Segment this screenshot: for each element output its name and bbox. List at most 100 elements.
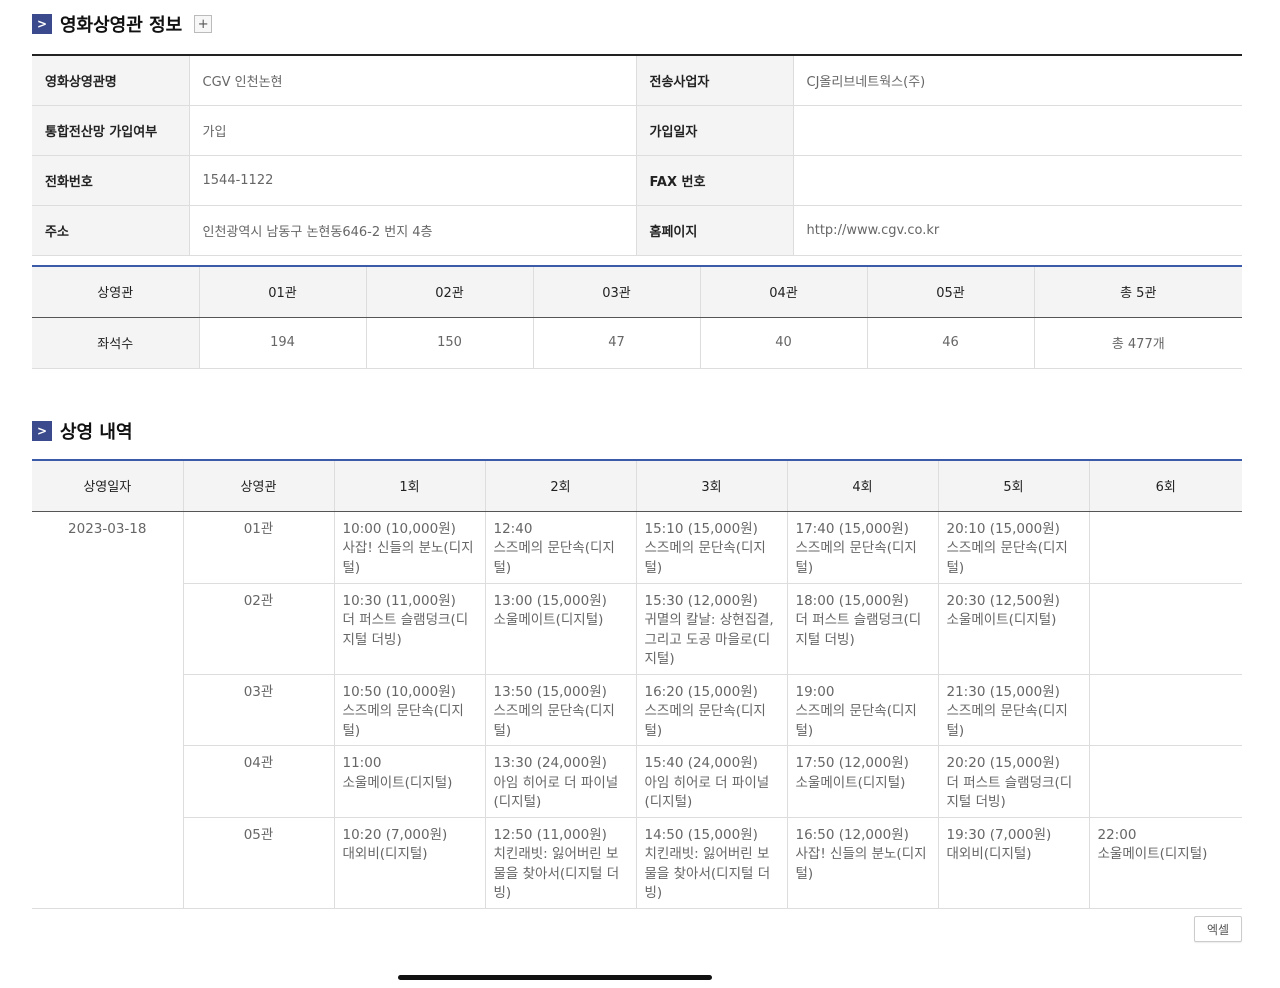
- seat-count-cell: 47: [533, 317, 701, 369]
- seat-count-cell: 46: [867, 317, 1035, 369]
- screening-hall: 04관: [183, 745, 335, 818]
- show-cell[interactable]: 12:40 스즈메의 문단속(디지털): [485, 511, 637, 584]
- schedule-column-header: 상영관: [183, 460, 335, 512]
- screening-hall: 05관: [183, 817, 335, 909]
- show-cell[interactable]: 16:50 (12,000원) 사잡! 신들의 분노(디지털): [787, 817, 939, 909]
- movie-title: 대외비(디지털): [342, 846, 428, 862]
- show-time: 15:40 (24,000원): [644, 755, 758, 771]
- show-time: 12:40: [493, 520, 533, 537]
- seat-count-cell: 150: [366, 317, 534, 369]
- show-cell[interactable]: 14:50 (15,000원) 치킨래빗: 잃어버린 보물을 찾아서(디지털 더빙…: [636, 817, 788, 909]
- show-time: 13:30 (24,000원): [493, 755, 607, 771]
- info-label: 영화상영관명: [32, 55, 190, 106]
- info-row: 영화상영관명 CGV 인천논현 전송사업자 CJ올리브네트웍스(주): [32, 55, 1242, 106]
- info-value: [793, 155, 1242, 206]
- home-indicator[interactable]: [398, 975, 712, 980]
- show-cell[interactable]: 20:20 (15,000원) 더 퍼스트 슬램덩크(디지털 더빙): [938, 745, 1090, 818]
- show-cell[interactable]: 13:00 (15,000원) 소울메이트(디지털): [485, 583, 637, 675]
- show-cell: [1089, 583, 1242, 675]
- show-time: 22:00: [1097, 826, 1137, 843]
- excel-export-button[interactable]: 엑셀: [1194, 916, 1242, 942]
- seat-hall-header: 05관: [867, 266, 1035, 318]
- movie-title: 스즈메의 문단속(디지털): [644, 540, 766, 576]
- screening-hall: 03관: [183, 674, 335, 746]
- show-cell[interactable]: 17:40 (15,000원) 스즈메의 문단속(디지털): [787, 511, 939, 584]
- schedule-column-header: 상영일자: [32, 460, 184, 512]
- show-cell[interactable]: 22:00 소울메이트(디지털): [1089, 817, 1242, 909]
- movie-title: 소울메이트(디지털): [946, 612, 1057, 628]
- schedule-column-header: 6회: [1089, 460, 1242, 512]
- expand-plus-button[interactable]: +: [194, 15, 213, 33]
- info-value: 1544-1122: [189, 155, 637, 206]
- show-cell[interactable]: 10:30 (11,000원) 더 퍼스트 슬램덩크(디지털 더빙): [334, 583, 486, 675]
- show-cell[interactable]: 18:00 (15,000원) 더 퍼스트 슬램덩크(디지털 더빙): [787, 583, 939, 675]
- show-cell[interactable]: 15:10 (15,000원) 스즈메의 문단속(디지털): [636, 511, 788, 584]
- show-cell[interactable]: 17:50 (12,000원) 소울메이트(디지털): [787, 745, 939, 818]
- info-label: 전송사업자: [636, 55, 794, 106]
- screening-hall: 01관: [183, 511, 335, 584]
- show-cell[interactable]: 10:20 (7,000원) 대외비(디지털): [334, 817, 486, 909]
- movie-title: 소울메이트(디지털): [493, 612, 604, 628]
- table-row: 05관 10:20 (7,000원) 대외비(디지털) 12:50 (11,000원)…: [32, 817, 1242, 909]
- schedule-column-header: 5회: [938, 460, 1090, 512]
- show-cell[interactable]: 20:30 (12,500원) 소울메이트(디지털): [938, 583, 1090, 675]
- show-time: 13:50 (15,000원): [493, 683, 607, 700]
- movie-title: 사잡! 신들의 분노(디지털): [795, 846, 927, 882]
- show-time: 13:00 (15,000원): [493, 592, 607, 609]
- show-time: 16:50 (12,000원): [795, 826, 909, 843]
- show-cell[interactable]: 15:30 (12,000원) 귀멸의 칼날: 상현집결, 그리고 도공 마을로(…: [636, 583, 788, 675]
- show-time: 18:00 (15,000원): [795, 592, 909, 609]
- schedule-column-header: 4회: [787, 460, 939, 512]
- seat-row-label: 좌석수: [32, 317, 200, 369]
- show-time: 16:20 (15,000원): [644, 683, 758, 700]
- show-time: 10:20 (7,000원): [342, 826, 448, 843]
- show-time: 19:00: [795, 683, 835, 700]
- movie-title: 더 퍼스트 슬램덩크(디지털 더빙): [946, 774, 1073, 811]
- section-title-text: 영화상영관 정보: [60, 15, 183, 36]
- movie-title: 소울메이트(디지털): [342, 774, 453, 791]
- info-label: FAX 번호: [636, 155, 794, 206]
- info-row: 통합전산망 가입여부 가입 가입일자: [32, 105, 1242, 156]
- movie-title: 스즈메의 문단속(디지털): [946, 703, 1068, 739]
- info-label: 통합전산망 가입여부: [32, 105, 190, 156]
- show-cell[interactable]: 12:50 (11,000원) 치킨래빗: 잃어버린 보물을 찾아서(디지털 더빙…: [485, 817, 637, 909]
- show-cell: [1089, 674, 1242, 746]
- seat-count-table: 상영관 01관 02관 03관 04관 05관 총 5관 좌석수 194 150 47 40 46…: [32, 265, 1242, 369]
- movie-title: 치킨래빗: 잃어버린 보물을 찾아서(디지털 더빙): [644, 846, 771, 901]
- info-row: 전화번호 1544-1122 FAX 번호: [32, 155, 1242, 206]
- show-time: 12:50 (11,000원): [493, 826, 607, 843]
- movie-title: 귀멸의 칼날: 상현집결, 그리고 도공 마을로(디지털): [644, 612, 774, 667]
- chevron-right-icon: >: [32, 421, 52, 441]
- show-cell[interactable]: 19:00 스즈메의 문단속(디지털): [787, 674, 939, 746]
- show-cell[interactable]: 11:00 소울메이트(디지털): [334, 745, 486, 818]
- show-cell[interactable]: 15:40 (24,000원) 아임 히어로 더 파이널(디지털): [636, 745, 788, 818]
- movie-title: 스즈메의 문단속(디지털): [946, 540, 1068, 576]
- movie-title: 스즈메의 문단속(디지털): [795, 703, 917, 739]
- table-row: 04관 11:00 소울메이트(디지털) 13:30 (24,000원) 아임 히어로 …: [32, 745, 1242, 818]
- show-time: 17:40 (15,000원): [795, 520, 909, 537]
- info-value: CGV 인천논현: [189, 55, 637, 106]
- seat-header-label: 상영관: [32, 266, 200, 318]
- seat-hall-header: 04관: [700, 266, 868, 318]
- show-time: 17:50 (12,000원): [795, 755, 909, 771]
- show-cell[interactable]: 10:00 (10,000원) 사잡! 신들의 분노(디지털): [334, 511, 486, 584]
- show-cell[interactable]: 10:50 (10,000원) 스즈메의 문단속(디지털): [334, 674, 486, 746]
- show-cell[interactable]: 21:30 (15,000원) 스즈메의 문단속(디지털): [938, 674, 1090, 746]
- theater-info-table: 영화상영관명 CGV 인천논현 전송사업자 CJ올리브네트웍스(주) 통합전산망 가입여…: [32, 54, 1242, 256]
- section-title-theater-info: > 영화상영관 정보 +: [32, 11, 213, 37]
- show-cell[interactable]: 19:30 (7,000원) 대외비(디지털): [938, 817, 1090, 909]
- info-value: 인천광역시 남동구 논현동646-2 번지 4층: [189, 205, 637, 256]
- info-value: 가입: [189, 105, 637, 156]
- show-cell[interactable]: 13:30 (24,000원) 아임 히어로 더 파이널(디지털): [485, 745, 637, 818]
- screening-schedule-table: 상영일자 상영관 1회 2회 3회 4회 5회 6회 2023-03-18 01관 10:00 (…: [32, 459, 1242, 909]
- schedule-column-header: 3회: [636, 460, 788, 512]
- show-time: 19:30 (7,000원): [946, 826, 1052, 843]
- show-cell[interactable]: 20:10 (15,000원) 스즈메의 문단속(디지털): [938, 511, 1090, 584]
- show-cell[interactable]: 13:50 (15,000원) 스즈메의 문단속(디지털): [485, 674, 637, 746]
- movie-title: 더 퍼스트 슬램덩크(디지털 더빙): [795, 612, 922, 648]
- movie-title: 아임 히어로 더 파이널(디지털): [493, 774, 619, 811]
- show-time: 10:50 (10,000원): [342, 683, 456, 700]
- show-cell[interactable]: 16:20 (15,000원) 스즈메의 문단속(디지털): [636, 674, 788, 746]
- info-value: CJ올리브네트웍스(주): [793, 55, 1242, 106]
- seat-table-count-row: 좌석수 194 150 47 40 46 총 477개: [32, 317, 1242, 369]
